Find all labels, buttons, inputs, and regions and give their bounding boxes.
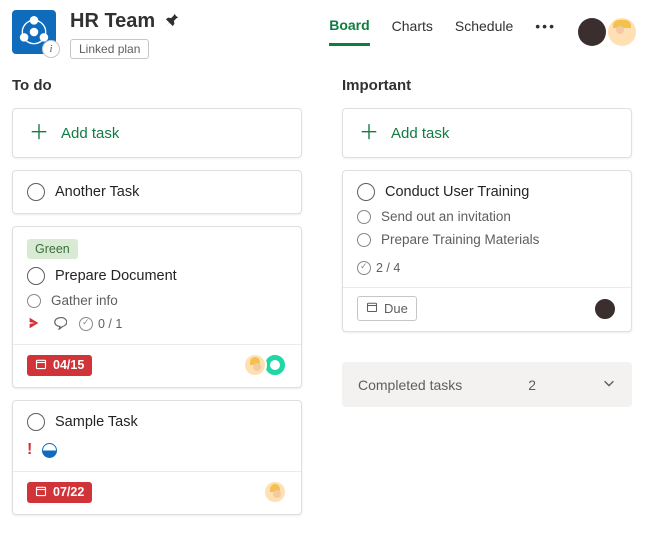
add-task-button[interactable]: ＋ Add task [12, 108, 302, 158]
checklist-icon [357, 261, 371, 275]
completed-count: 2 [528, 377, 536, 393]
pin-icon[interactable] [165, 13, 179, 30]
subtask-title: Gather info [51, 293, 118, 308]
notification-icon [27, 316, 41, 332]
due-label: Due [384, 301, 408, 316]
plus-icon: ＋ [359, 123, 379, 143]
task-card[interactable]: Green Prepare Document Gather info 0 / 1 [12, 226, 302, 388]
board: To do ＋ Add task Another Task Green Prep… [0, 63, 652, 515]
due-date: 07/22 [53, 485, 84, 499]
checklist-icon [79, 317, 93, 331]
task-card[interactable]: Conduct User Training Send out an invita… [342, 170, 632, 332]
subtask-toggle[interactable] [27, 294, 41, 308]
member-avatar[interactable] [608, 18, 636, 46]
progress-icon [42, 443, 57, 458]
assignee-avatar[interactable] [263, 480, 287, 504]
linked-plan-chip[interactable]: Linked plan [70, 39, 149, 59]
tab-charts[interactable]: Charts [392, 18, 433, 44]
task-card[interactable]: Sample Task ! 07/22 [12, 400, 302, 515]
member-avatar[interactable] [578, 18, 606, 46]
completed-label: Completed tasks [358, 377, 462, 393]
column-todo: To do ＋ Add task Another Task Green Prep… [12, 77, 302, 515]
info-icon[interactable]: i [42, 40, 60, 58]
more-menu-icon[interactable]: ••• [535, 18, 556, 44]
complete-toggle[interactable] [27, 267, 45, 285]
subtask-toggle[interactable] [357, 233, 371, 247]
plan-title: HR Team [70, 10, 155, 33]
assignee-avatar[interactable] [243, 353, 267, 377]
due-badge[interactable]: Due [357, 296, 417, 321]
complete-toggle[interactable] [27, 183, 45, 201]
subtask-toggle[interactable] [357, 210, 371, 224]
subtask-title: Send out an invitation [381, 209, 511, 224]
chevron-down-icon [602, 376, 616, 393]
calendar-icon [366, 301, 378, 316]
column-important: Important ＋ Add task Conduct User Traini… [342, 77, 632, 515]
task-title: Sample Task [55, 414, 138, 430]
column-header[interactable]: To do [12, 77, 302, 94]
completed-tasks-toggle[interactable]: Completed tasks 2 [342, 362, 632, 407]
calendar-icon [35, 358, 47, 373]
task-title: Prepare Document [55, 268, 177, 284]
complete-toggle[interactable] [357, 183, 375, 201]
assignee-avatar[interactable] [593, 297, 617, 321]
priority-urgent-icon: ! [27, 441, 32, 459]
column-header[interactable]: Important [342, 77, 632, 94]
plan-icon[interactable]: i [12, 10, 56, 54]
checklist-count: 0 / 1 [98, 317, 122, 331]
subtask-title: Prepare Training Materials [381, 232, 539, 247]
tab-schedule[interactable]: Schedule [455, 18, 513, 44]
add-task-label: Add task [61, 125, 119, 142]
task-title: Another Task [55, 184, 139, 200]
task-title: Conduct User Training [385, 184, 529, 200]
add-task-button[interactable]: ＋ Add task [342, 108, 632, 158]
due-badge[interactable]: 07/22 [27, 482, 92, 503]
plus-icon: ＋ [29, 123, 49, 143]
task-card[interactable]: Another Task [12, 170, 302, 214]
tab-board[interactable]: Board [329, 17, 369, 46]
complete-toggle[interactable] [27, 413, 45, 431]
due-date: 04/15 [53, 358, 84, 372]
checklist-count: 2 / 4 [376, 261, 400, 275]
add-task-label: Add task [391, 125, 449, 142]
label-chip[interactable]: Green [27, 239, 78, 259]
comment-icon [53, 316, 67, 332]
due-badge[interactable]: 04/15 [27, 355, 92, 376]
calendar-icon [35, 485, 47, 500]
